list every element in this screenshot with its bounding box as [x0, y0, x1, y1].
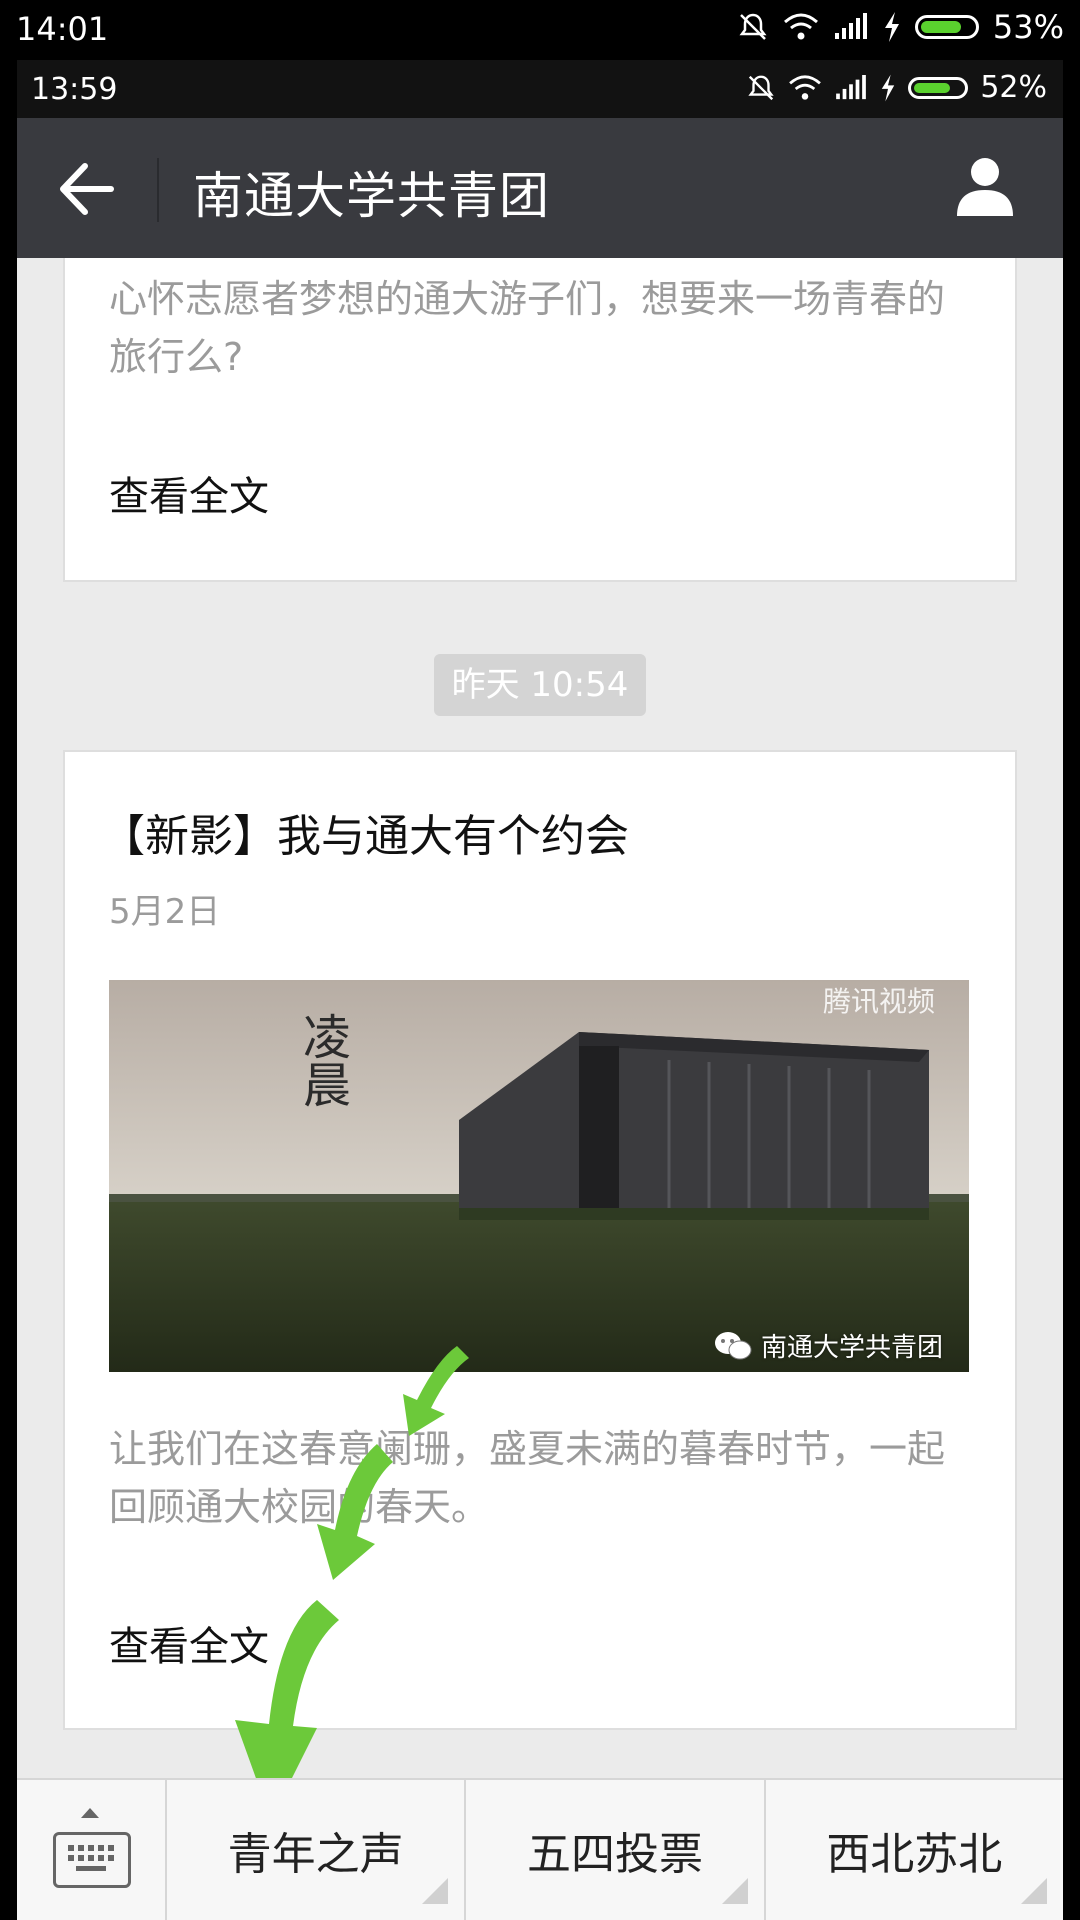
article-card[interactable]: 心怀志愿者梦想的通大游子们，想要来一场青春的旅行么? 查看全文 — [63, 258, 1017, 582]
system-status-bar: 14:01 53% — [0, 0, 1080, 60]
watermark-text: 南通大学共青团 — [760, 1333, 943, 1363]
submenu-corner-icon — [1020, 1878, 1047, 1904]
menu-item-label: 青年之声 — [227, 1829, 404, 1880]
wifi-icon — [783, 13, 818, 40]
battery-icon — [914, 15, 979, 39]
read-more-link[interactable]: 查看全文 — [109, 1614, 269, 1672]
battery-percent: 53% — [992, 8, 1064, 46]
mute-bell-icon — [748, 75, 774, 100]
page-title: 南通大学共青团 — [193, 167, 550, 225]
menu-item-label: 五四投票 — [526, 1829, 703, 1880]
inner-status-bar: 13:59 52% — [17, 60, 1063, 118]
caret-up-icon — [81, 1808, 99, 1818]
video-logo: 腾讯视频 — [822, 985, 935, 1018]
wechat-icon — [714, 1331, 752, 1359]
message-list[interactable]: 心怀志愿者梦想的通大游子们，想要来一场青春的旅行么? 查看全文 昨天 10:54… — [17, 258, 1063, 1778]
submenu-corner-icon — [721, 1878, 748, 1904]
cover-watermark: 南通大学共青团 — [713, 1327, 943, 1364]
keyboard-toggle-button[interactable] — [17, 1780, 167, 1920]
header-divider — [157, 158, 159, 222]
article-cover-image[interactable]: 凌晨 腾讯视频 南通大学共青团 — [109, 980, 969, 1372]
menu-item-youth-voice[interactable]: 青年之声 — [167, 1780, 467, 1920]
menu-item-northwest-subei[interactable]: 西北苏北 — [766, 1780, 1063, 1920]
signal-icon — [834, 13, 867, 39]
read-more-link[interactable]: 查看全文 — [109, 464, 269, 522]
article-description: 让我们在这春意阑珊，盛夏未满的暮春时节，一起回顾通大校园的春天。 — [109, 1427, 946, 1529]
message-timestamp: 昨天 10:54 — [434, 654, 646, 716]
status-time: 14:01 — [16, 10, 109, 48]
inner-battery-percent: 52% — [980, 70, 1047, 105]
user-profile-icon[interactable] — [953, 154, 1017, 218]
charging-icon — [884, 12, 899, 42]
menu-item-label: 西北苏北 — [826, 1829, 1003, 1880]
wifi-icon — [789, 74, 822, 100]
app-header: 南通大学共青团 — [17, 118, 1063, 258]
charging-icon — [882, 74, 895, 101]
article-date: 5月2日 — [109, 892, 221, 932]
bottom-menu-bar: 青年之声 五四投票 西北苏北 — [17, 1778, 1063, 1920]
back-arrow-icon[interactable] — [57, 162, 117, 216]
mute-bell-icon — [739, 13, 767, 40]
status-icons: 53% — [737, 8, 1064, 46]
cover-calligraphy: 凌晨 — [294, 1012, 350, 1108]
app-screenshot: 13:59 52% 南通大学共青团 心怀志愿者梦想的通大游子们，想要来一场青春的… — [17, 60, 1063, 1920]
article-card[interactable]: 【新影】我与通大有个约会 5月2日 凌晨 腾讯视频 南通大学共青团 让我们在这春… — [63, 750, 1017, 1730]
cover-scene — [109, 980, 969, 1372]
inner-status-icons: 52% — [746, 70, 1047, 105]
battery-icon — [908, 76, 969, 99]
article-description: 心怀志愿者梦想的通大游子们，想要来一场青春的旅行么? — [109, 277, 946, 379]
inner-status-time: 13:59 — [31, 72, 118, 107]
keyboard-icon — [53, 1832, 131, 1888]
submenu-corner-icon — [422, 1878, 449, 1904]
menu-item-may-fourth-vote[interactable]: 五四投票 — [466, 1780, 766, 1920]
signal-icon — [836, 74, 867, 99]
article-title[interactable]: 【新影】我与通大有个约会 — [101, 800, 629, 864]
